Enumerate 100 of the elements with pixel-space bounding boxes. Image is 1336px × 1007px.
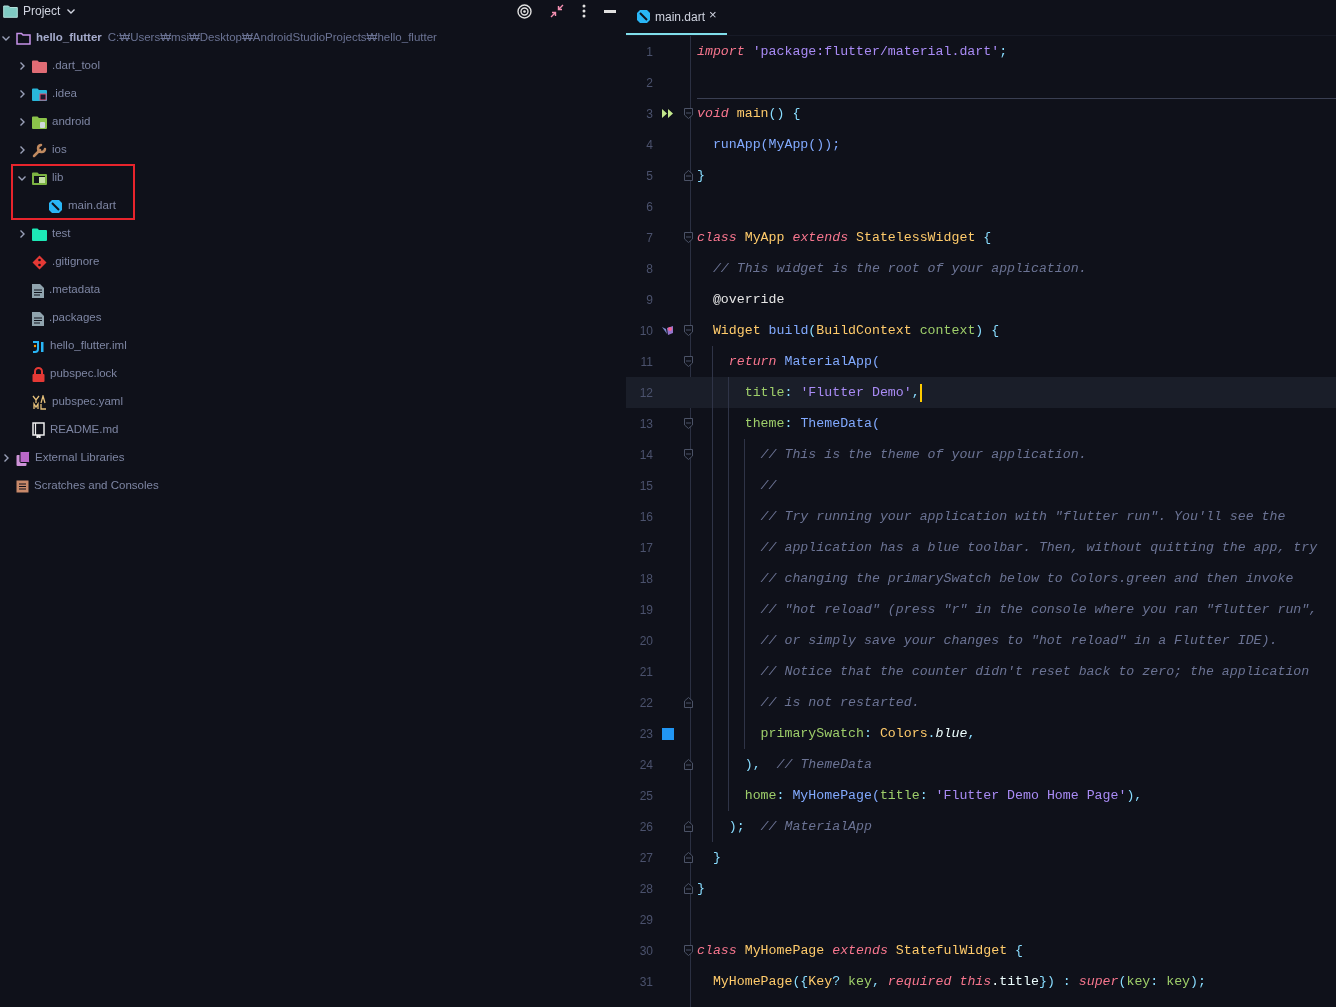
- tree-item-label[interactable]: pubspec.lock: [50, 365, 118, 383]
- line-number: 3: [645, 105, 654, 123]
- fold-icon[interactable]: [684, 883, 693, 894]
- line-number: 2: [645, 74, 654, 92]
- panel-title[interactable]: Project: [23, 2, 61, 20]
- line-number: 24: [638, 756, 654, 774]
- line-number: 8: [645, 260, 654, 278]
- lock-icon: [32, 366, 45, 382]
- line-number: 28: [638, 880, 654, 898]
- chevron-icon[interactable]: [17, 173, 27, 183]
- folder-icon: [16, 31, 31, 45]
- run-icon[interactable]: [662, 109, 674, 118]
- fold-icon[interactable]: [684, 418, 693, 429]
- code-line: home: MyHomePage(title: 'Flutter Demo Home Page'),: [743, 786, 1143, 805]
- code-line: theme: ThemeData(: [743, 414, 880, 433]
- project-path: C:₩Users₩msi₩Desktop₩AndroidStudioProjects₩hello_flutter: [107, 30, 437, 46]
- tree-item-label[interactable]: .gitignore: [52, 253, 100, 271]
- fold-icon[interactable]: [684, 356, 693, 367]
- code-line: title: 'Flutter Demo',: [743, 383, 920, 402]
- code-line: // This is the theme of your application.: [759, 445, 1087, 464]
- file-icon: [32, 282, 44, 298]
- tree-item-label[interactable]: External Libraries: [35, 449, 125, 467]
- fold-icon[interactable]: [684, 759, 693, 770]
- line-number: 26: [638, 818, 654, 836]
- chevron-icon[interactable]: [17, 61, 27, 71]
- fold-icon[interactable]: [684, 852, 693, 863]
- code-line: // or simply save your changes to "hot reload" in a Flutter IDE).: [759, 631, 1278, 650]
- code-line: }: [697, 879, 705, 898]
- target-icon[interactable]: [517, 3, 532, 19]
- chevron-icon[interactable]: [17, 89, 27, 99]
- tree-item-label[interactable]: lib: [52, 169, 64, 187]
- line-number: 4: [645, 136, 654, 154]
- line-number: 22: [638, 694, 654, 712]
- line-number: 6: [645, 198, 654, 216]
- fold-icon[interactable]: [684, 821, 693, 832]
- editor-tab[interactable]: main.dart ×: [626, 0, 727, 35]
- chevron-icon[interactable]: [1, 453, 11, 463]
- tree-item-label[interactable]: .dart_tool: [52, 57, 100, 75]
- tree-item-label[interactable]: Scratches and Consoles: [34, 477, 159, 495]
- line-number: 5: [645, 167, 654, 185]
- line-number: 9: [645, 291, 654, 309]
- line-number: 1: [645, 43, 654, 61]
- fold-icon[interactable]: [684, 108, 693, 119]
- line-number: 21: [638, 663, 654, 681]
- code-line: class MyApp extends StatelessWidget {: [697, 228, 992, 247]
- code-line: // is not restarted.: [759, 693, 920, 712]
- file-icon: [32, 310, 44, 326]
- code-line: }: [711, 848, 721, 867]
- code-line: MyHomePage({Key? key, required this.title}) : super(key: key);: [711, 972, 1206, 991]
- minimize-icon[interactable]: [604, 9, 616, 13]
- chevron-icon[interactable]: [17, 145, 27, 155]
- line-number: 19: [638, 601, 654, 619]
- tree-item-label[interactable]: ios: [52, 141, 67, 159]
- library-icon: [16, 450, 30, 466]
- color-swatch[interactable]: [662, 727, 674, 740]
- tree-item-label[interactable]: README.md: [50, 421, 119, 439]
- line-number: 14: [638, 446, 654, 464]
- fold-icon[interactable]: [684, 449, 693, 460]
- chevron-icon[interactable]: [17, 229, 27, 239]
- fold-icon[interactable]: [684, 945, 693, 956]
- code-line: // Notice that the counter didn't reset back to zero; the application: [759, 662, 1310, 681]
- code-line: class MyHomePage extends StatefulWidget {: [697, 941, 1024, 960]
- tree-item-label[interactable]: android: [52, 113, 91, 131]
- folder-icon: [32, 171, 47, 185]
- tree-item-label[interactable]: .idea: [52, 85, 77, 103]
- code-line: //: [759, 476, 777, 495]
- widget-icon[interactable]: [662, 325, 674, 336]
- code-line: // "hot reload" (press "r" in the console where you ran "flutter run",: [759, 600, 1318, 619]
- collapse-icon[interactable]: [550, 4, 564, 18]
- line-number: 23: [638, 725, 654, 743]
- yaml-icon: [32, 394, 47, 410]
- tree-item-label[interactable]: main.dart: [68, 197, 116, 215]
- folder-icon: [32, 87, 47, 101]
- tree-item-label[interactable]: test: [52, 225, 71, 243]
- chevron-icon[interactable]: [1, 33, 11, 43]
- code-line: // Try running your application with "flutter run". You'll see the: [759, 507, 1286, 526]
- code-line: // application has a blue toolbar. Then, without quitting the app, try: [759, 538, 1318, 557]
- code-line: }: [697, 166, 705, 185]
- list-icon: [16, 479, 29, 493]
- code-line: return MaterialApp(: [727, 352, 880, 371]
- folder-icon: [32, 59, 47, 73]
- line-number: 29: [638, 911, 654, 929]
- fold-icon[interactable]: [684, 325, 693, 336]
- chevron-icon[interactable]: [17, 117, 27, 127]
- code-line: ); // MaterialApp: [727, 817, 872, 836]
- text-cursor: [919, 383, 922, 402]
- fold-icon[interactable]: [684, 170, 693, 181]
- fold-icon[interactable]: [684, 232, 693, 243]
- tree-item-label[interactable]: .metadata: [49, 281, 101, 299]
- code-line: void main() {: [697, 105, 801, 124]
- line-number: 25: [638, 787, 654, 805]
- tree-item-label[interactable]: pubspec.yaml: [52, 393, 123, 411]
- more-icon[interactable]: [582, 4, 586, 18]
- tree-item-label[interactable]: .packages: [49, 309, 102, 327]
- fold-icon[interactable]: [684, 697, 693, 708]
- tree-item-label[interactable]: hello_flutter.iml: [50, 337, 127, 355]
- book-icon: [32, 422, 45, 438]
- line-number: 18: [638, 570, 654, 588]
- tree-item-label[interactable]: hello_flutter: [36, 29, 102, 47]
- chevron-icon[interactable]: [66, 6, 77, 16]
